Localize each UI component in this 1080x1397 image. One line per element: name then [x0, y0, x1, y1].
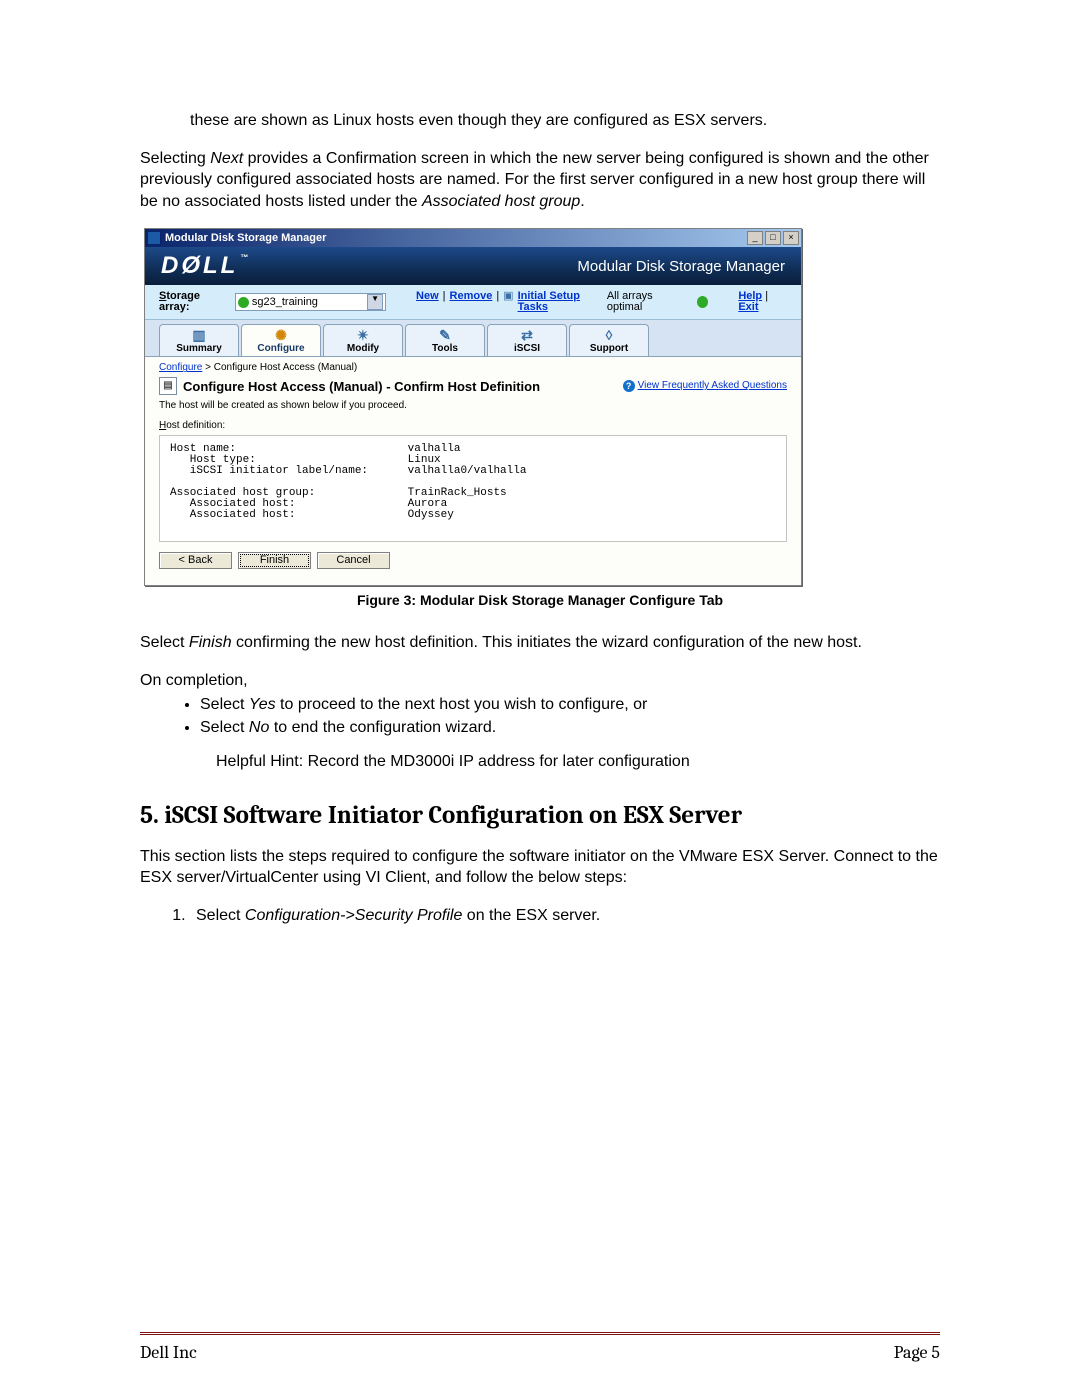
faq-icon: ?: [623, 380, 635, 392]
finish-button[interactable]: Finish: [238, 552, 311, 569]
completion-list: Select Yes to proceed to the next host y…: [140, 694, 940, 739]
toolbar: Storage array: sg23_training ▼ New | Rem…: [145, 285, 801, 320]
dell-logo: DØLL™: [161, 254, 251, 278]
status-ok-icon: [697, 296, 708, 308]
footer-rule: [140, 1332, 940, 1335]
section-5-heading: 5. iSCSI Software Initiator Configuratio…: [140, 801, 940, 830]
array-status-icon: [238, 297, 249, 308]
iscsi-icon: ⇄: [488, 328, 566, 342]
footer-right: Page 5: [894, 1342, 940, 1363]
proceed-note: The host will be created as shown below …: [159, 401, 787, 411]
tab-summary[interactable]: ▥Summary: [159, 324, 239, 356]
intro-line: these are shown as Linux hosts even thou…: [190, 110, 940, 132]
bullet-yes: Select Yes to proceed to the next host y…: [200, 694, 940, 716]
footer-left: Dell Inc: [140, 1342, 197, 1363]
back-button[interactable]: < Back: [159, 552, 232, 569]
section5-intro: This section lists the steps required to…: [140, 846, 940, 889]
storage-array-combo[interactable]: sg23_training ▼: [235, 293, 386, 311]
remove-link[interactable]: Remove: [450, 291, 493, 313]
hostdef-box: Host name: valhalla Host type: Linux iSC…: [159, 435, 787, 542]
helpful-hint: Helpful Hint: Record the MD3000i IP addr…: [216, 753, 940, 771]
section-header: ▤ Configure Host Access (Manual) - Confi…: [159, 377, 787, 395]
initial-tasks-link[interactable]: Initial Setup Tasks: [518, 291, 601, 313]
bullet-no: Select No to end the configuration wizar…: [200, 717, 940, 739]
app-window: Modular Disk Storage Manager _ □ × DØLL™…: [144, 228, 802, 586]
tasks-icon: ▣: [503, 291, 513, 313]
maximize-button[interactable]: □: [765, 231, 781, 245]
banner: DØLL™ Modular Disk Storage Manager: [145, 247, 801, 285]
tab-tools[interactable]: ✎Tools: [405, 324, 485, 356]
tab-configure[interactable]: ✺Configure: [241, 324, 321, 356]
tools-icon: ✎: [406, 328, 484, 342]
minimize-button[interactable]: _: [747, 231, 763, 245]
para-next: Selecting Next provides a Confirmation s…: [140, 148, 940, 213]
host-icon: ▤: [159, 377, 177, 395]
content-area: Configure > Configure Host Access (Manua…: [145, 357, 801, 585]
figure-caption: Figure 3: Modular Disk Storage Manager C…: [140, 592, 940, 608]
storage-array-label: Storage array:: [159, 291, 229, 313]
step-1: Select Configuration->Security Profile o…: [190, 905, 940, 927]
exit-link[interactable]: Exit: [738, 301, 758, 313]
chevron-down-icon[interactable]: ▼: [367, 294, 383, 310]
storage-array-value: sg23_training: [252, 297, 318, 308]
breadcrumb: Configure > Configure Host Access (Manua…: [159, 363, 787, 373]
faq-link[interactable]: View Frequently Asked Questions: [638, 381, 787, 391]
tabstrip: ▥Summary ✺Configure ✴Modify ✎Tools ⇄iSCS…: [145, 320, 801, 357]
window-title: Modular Disk Storage Manager: [165, 233, 747, 244]
banner-title: Modular Disk Storage Manager: [577, 259, 785, 274]
tab-modify[interactable]: ✴Modify: [323, 324, 403, 356]
para-finish: Select Finish confirming the new host de…: [140, 632, 940, 654]
new-link[interactable]: New: [416, 291, 439, 313]
section-title: Configure Host Access (Manual) - Confirm…: [183, 380, 540, 393]
support-icon: ◊: [570, 328, 648, 342]
para-oncompletion: On completion,: [140, 670, 940, 692]
cancel-button[interactable]: Cancel: [317, 552, 390, 569]
tab-support[interactable]: ◊Support: [569, 324, 649, 356]
modify-icon: ✴: [324, 328, 402, 342]
tab-iscsi[interactable]: ⇄iSCSI: [487, 324, 567, 356]
summary-icon: ▥: [160, 328, 238, 342]
breadcrumb-link[interactable]: Configure: [159, 362, 202, 373]
status-text: All arrays optimal: [607, 291, 684, 313]
step-list: Select Configuration->Security Profile o…: [140, 905, 940, 927]
titlebar: Modular Disk Storage Manager _ □ ×: [145, 229, 801, 247]
configure-icon: ✺: [242, 328, 320, 342]
close-button[interactable]: ×: [783, 231, 799, 245]
hostdef-label: Host definition:: [159, 421, 787, 431]
footer: Dell Inc Page 5: [140, 1342, 940, 1363]
app-icon: [147, 231, 161, 245]
